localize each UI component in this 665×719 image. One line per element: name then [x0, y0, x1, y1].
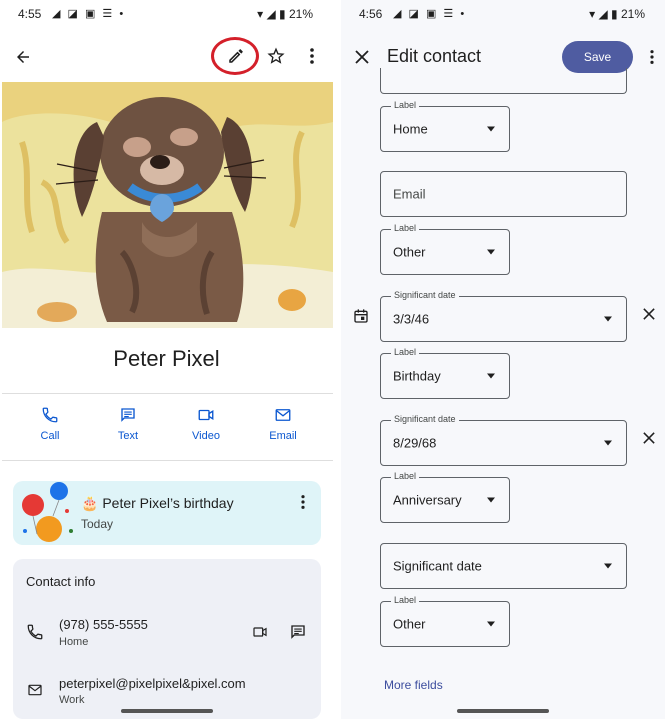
video-label: Video [192, 430, 220, 442]
label-select-other-2[interactable]: Label Other [380, 595, 510, 647]
notification-icons: ◢ ◪ ▣ ☰ • [393, 8, 467, 20]
back-arrow-icon[interactable] [10, 44, 36, 70]
signal-icon: ◢ [598, 7, 608, 21]
battery-icon: ▮ [611, 7, 618, 21]
phone-icon [42, 407, 58, 423]
status-bar: 4:55 ◢ ◪ ▣ ☰ • ▾ ◢ ▮ 21% [0, 0, 333, 28]
text-action-button[interactable]: Text [98, 406, 158, 442]
text-label: Text [117, 430, 139, 442]
more-vert-icon[interactable] [645, 46, 659, 68]
battery-level: 21% [620, 7, 645, 21]
calendar-icon [351, 306, 371, 326]
more-fields-link[interactable]: More fields [384, 678, 443, 692]
clipped-field[interactable] [380, 68, 627, 94]
dropdown-arrow-icon [604, 440, 612, 446]
email-field[interactable]: Email [380, 171, 627, 217]
contact-name: Peter Pixel [113, 346, 220, 371]
cake-icon: 🎂 [81, 495, 99, 511]
wifi-icon: ▾ [257, 7, 264, 21]
edit-pencil-icon[interactable] [224, 44, 248, 68]
email-label: Email [269, 430, 297, 442]
signal-icon: ◢ [266, 7, 276, 21]
call-label: Call [40, 430, 60, 442]
label-select-anniversary[interactable]: Label Anniversary [380, 471, 510, 523]
mail-icon [25, 680, 45, 700]
divider [2, 393, 333, 394]
close-icon[interactable] [351, 46, 373, 68]
label-select-home[interactable]: Label Home [380, 100, 510, 152]
dropdown-arrow-icon [487, 373, 495, 379]
significant-date-field-1[interactable]: Significant date 3/3/46 [380, 290, 627, 342]
phone-type: Home [59, 636, 89, 648]
significant-date-field-2[interactable]: Significant date 8/29/68 [380, 414, 627, 466]
call-action-button[interactable]: Call [20, 406, 80, 442]
contact-photo [2, 82, 333, 328]
notification-icons: ◢ ◪ ▣ ☰ • [52, 8, 126, 20]
battery-level: 21% [288, 7, 313, 21]
contact-view-screen: 4:55 ◢ ◪ ▣ ☰ • ▾ ◢ ▮ 21% Peter Pixel Cal… [0, 0, 333, 719]
birthday-card[interactable]: 🎂 Peter Pixel’s birthday Today [13, 481, 321, 545]
significant-date-field-3[interactable]: Significant date [380, 543, 627, 589]
birthday-title: Peter Pixel’s birthday [102, 495, 234, 511]
dropdown-arrow-icon [604, 563, 612, 569]
more-vert-icon[interactable] [302, 44, 322, 68]
birthday-subtitle: Today [81, 517, 114, 531]
dropdown-arrow-icon [487, 497, 495, 503]
status-time: 4:55 [18, 7, 42, 21]
message-icon [121, 408, 135, 422]
email-action-button[interactable]: Email [253, 406, 313, 442]
contact-info-card: Contact info (978) 555-5555 Home peterpi… [13, 559, 321, 719]
phone-icon [25, 622, 45, 642]
dropdown-arrow-icon [487, 249, 495, 255]
battery-icon: ▮ [279, 7, 286, 21]
message-icon[interactable] [287, 622, 309, 642]
gesture-handle[interactable] [457, 709, 549, 713]
dropdown-arrow-icon [487, 126, 495, 132]
more-vert-icon[interactable] [295, 491, 311, 513]
video-icon [198, 409, 214, 421]
video-action-button[interactable]: Video [176, 406, 236, 442]
video-call-icon[interactable] [249, 622, 271, 642]
page-title: Edit contact [387, 46, 482, 66]
remove-date-2-icon[interactable] [639, 428, 659, 448]
wifi-icon: ▾ [589, 7, 596, 21]
gesture-handle[interactable] [121, 709, 213, 713]
status-time: 4:56 [359, 7, 383, 21]
email-type: Work [59, 694, 85, 706]
label-select-other[interactable]: Label Other [380, 223, 510, 275]
divider [2, 460, 333, 461]
phone-number[interactable]: (978) 555-5555 [59, 617, 148, 632]
star-icon[interactable] [264, 44, 288, 68]
contact-info-header: Contact info [26, 574, 96, 589]
mail-icon [275, 409, 291, 421]
label-select-birthday[interactable]: Label Birthday [380, 347, 510, 399]
status-bar: 4:56 ◢ ◪ ▣ ☰ • ▾ ◢ ▮ 21% [341, 0, 665, 28]
dropdown-arrow-icon [487, 621, 495, 627]
dropdown-arrow-icon [604, 316, 612, 322]
edit-contact-screen: 4:56 ◢ ◪ ▣ ☰ • ▾ ◢ ▮ 21% Edit contact Sa… [341, 0, 665, 719]
balloons-icon [22, 482, 73, 542]
email-address[interactable]: peterpixel@pixelpixel&pixel.com [59, 676, 246, 691]
remove-date-1-icon[interactable] [639, 304, 659, 324]
